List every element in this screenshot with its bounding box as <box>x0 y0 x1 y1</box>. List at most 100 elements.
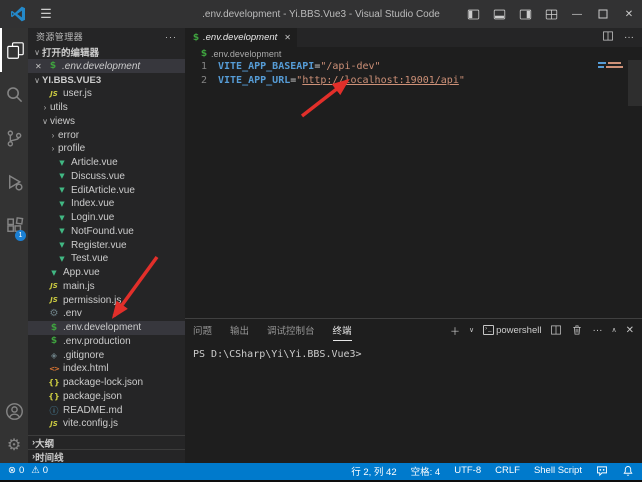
close-panel-icon[interactable]: ✕ <box>626 325 634 336</box>
line-number: 1 <box>185 60 207 74</box>
explorer-icon[interactable] <box>0 28 28 72</box>
workspace-section[interactable]: ∨ YI.BBS.VUE3 <box>28 73 185 87</box>
feedback-icon[interactable] <box>596 465 608 477</box>
token-string: " <box>459 75 465 86</box>
tree-item-.gitignore[interactable]: ◈.gitignore <box>28 348 185 362</box>
section-时间线[interactable]: ›时间线 <box>28 449 185 463</box>
close-button[interactable]: ✕ <box>616 0 642 28</box>
search-icon[interactable] <box>0 72 28 116</box>
tree-item-user.js[interactable]: JSuser.js <box>28 87 185 101</box>
shell-file-icon: $ <box>48 336 60 346</box>
vue-file-icon: ▼ <box>56 214 68 222</box>
extensions-icon[interactable]: 1 <box>0 204 28 248</box>
settings-gear-icon[interactable]: ⚙ <box>0 427 28 463</box>
terminal-output[interactable]: PS D:\CSharp\Yi\Yi.BBS.Vue3> <box>185 341 642 360</box>
close-editor-icon[interactable]: ✕ <box>35 62 47 71</box>
tree-item-label: Register.vue <box>71 240 127 251</box>
problems-status[interactable]: ⊗0 ⚠0 <box>8 465 48 476</box>
run-and-debug-icon[interactable] <box>0 160 28 204</box>
tree-item-package.json[interactable]: {}package.json <box>28 390 185 404</box>
split-terminal-icon[interactable] <box>550 324 562 336</box>
sidebar-more-actions-icon[interactable]: ··· <box>165 32 177 42</box>
editor-more-actions-icon[interactable]: ··· <box>624 32 634 43</box>
tree-item-index.html[interactable]: <>index.html <box>28 362 185 376</box>
tree-item-Test.vue[interactable]: ▼Test.vue <box>28 252 185 266</box>
panel-tab-输出[interactable]: 输出 <box>230 319 249 341</box>
tree-item-Index.vue[interactable]: ▼Index.vue <box>28 197 185 211</box>
tree-item-Login.vue[interactable]: ▼Login.vue <box>28 211 185 225</box>
notifications-bell-icon[interactable] <box>622 465 634 477</box>
terminal-dropdown-icon[interactable]: ∨ <box>469 326 474 334</box>
tree-item-label: profile <box>58 143 85 154</box>
vue-file-icon: ▼ <box>56 186 68 194</box>
tree-item-Register.vue[interactable]: ▼Register.vue <box>28 238 185 252</box>
tree-item-vite.config.js[interactable]: JSvite.config.js <box>28 417 185 431</box>
tab-close-icon[interactable]: ✕ <box>280 33 291 42</box>
chevron-down-icon: ∨ <box>40 117 50 126</box>
panel-tab-问题[interactable]: 问题 <box>193 319 212 341</box>
panel-tab-终端[interactable]: 终端 <box>333 319 352 341</box>
status-item[interactable]: Shell Script <box>534 465 582 476</box>
html-file-icon: <> <box>48 365 60 373</box>
tree-item-Discuss.vue[interactable]: ▼Discuss.vue <box>28 170 185 184</box>
section-大纲[interactable]: ›大纲 <box>28 435 185 449</box>
vscode-logo-icon <box>10 6 26 22</box>
tree-item-views[interactable]: ∨views <box>28 115 185 129</box>
tree-item-label: permission.js <box>63 295 121 306</box>
tree-item-.env.development[interactable]: $.env.development <box>28 321 185 335</box>
tree-item-error[interactable]: ›error <box>28 128 185 142</box>
account-icon[interactable] <box>0 395 28 427</box>
split-editor-icon[interactable] <box>602 30 614 45</box>
status-item[interactable]: 行 2, 列 42 <box>351 464 396 478</box>
tab-env-development[interactable]: $ .env.development ✕ <box>185 28 297 47</box>
tree-item-profile[interactable]: ›profile <box>28 142 185 156</box>
status-item[interactable]: CRLF <box>495 465 520 476</box>
tree-item-utils[interactable]: ›utils <box>28 101 185 115</box>
breadcrumb[interactable]: $ .env.development <box>185 47 642 60</box>
tree-item-App.vue[interactable]: ▼App.vue <box>28 266 185 280</box>
minimap-slider[interactable] <box>628 60 642 106</box>
source-control-icon[interactable] <box>0 116 28 160</box>
open-editors-section[interactable]: ∨ 打开的编辑器 <box>28 45 185 59</box>
open-editor-item[interactable]: ✕$.env.development <box>28 59 185 73</box>
code-editor[interactable]: 1VITE_APP_BASEAPI="/api-dev"2VITE_APP_UR… <box>185 60 642 318</box>
tree-item-label: .env.development <box>63 322 141 333</box>
new-terminal-icon[interactable]: ＋ <box>450 323 460 338</box>
tree-item-README.md[interactable]: ⓘREADME.md <box>28 403 185 417</box>
token-string: "/api-dev" <box>320 61 380 72</box>
extensions-badge: 1 <box>15 230 26 241</box>
toggle-panel-icon[interactable] <box>486 0 512 28</box>
kill-terminal-trash-icon[interactable] <box>571 324 583 336</box>
customize-layout-icon[interactable] <box>538 0 564 28</box>
minimap[interactable] <box>598 60 628 120</box>
token-link[interactable]: http://localhost:19001/api <box>302 75 459 86</box>
tree-item-permission.js[interactable]: JSpermission.js <box>28 293 185 307</box>
tree-item-label: user.js <box>63 88 92 99</box>
status-item[interactable]: UTF-8 <box>454 465 481 476</box>
error-icon: ⊗ <box>8 465 16 476</box>
toggle-secondary-sidebar-icon[interactable] <box>512 0 538 28</box>
panel-more-actions-icon[interactable]: ··· <box>592 325 602 336</box>
tree-item-.env.production[interactable]: $.env.production <box>28 335 185 349</box>
status-item[interactable]: 空格: 4 <box>411 464 441 478</box>
tree-item-.env[interactable]: ⚙.env <box>28 307 185 321</box>
editor-group: $ .env.development ✕ ··· $ .env.developm… <box>185 28 642 318</box>
panel-tab-调试控制台[interactable]: 调试控制台 <box>267 319 315 341</box>
tree-item-label: main.js <box>63 281 95 292</box>
tree-item-main.js[interactable]: JSmain.js <box>28 280 185 294</box>
terminal-instance[interactable]: ›_ powershell <box>483 325 541 336</box>
tree-item-NotFound.vue[interactable]: ▼NotFound.vue <box>28 225 185 239</box>
tree-item-EditArticle.vue[interactable]: ▼EditArticle.vue <box>28 183 185 197</box>
tree-item-Article.vue[interactable]: ▼Article.vue <box>28 156 185 170</box>
maximize-panel-icon[interactable]: ∧ <box>611 326 616 334</box>
powershell-icon: ›_ <box>483 325 494 335</box>
toggle-sidebar-icon[interactable] <box>460 0 486 28</box>
line-text: VITE_APP_URL="http://localhost:19001/api… <box>207 74 465 88</box>
minimize-button[interactable]: — <box>564 0 590 28</box>
js-file-icon: JS <box>48 296 60 304</box>
file-tree: JSuser.js›utils∨views›error›profile▼Arti… <box>28 87 185 431</box>
tree-item-package-lock.json[interactable]: {}package-lock.json <box>28 376 185 390</box>
menu-hamburger-icon[interactable]: ☰ <box>34 6 58 22</box>
vscode-window: ☰ .env.development - Yi.BBS.Vue3 - Visua… <box>0 0 642 482</box>
maximize-button[interactable] <box>590 0 616 28</box>
